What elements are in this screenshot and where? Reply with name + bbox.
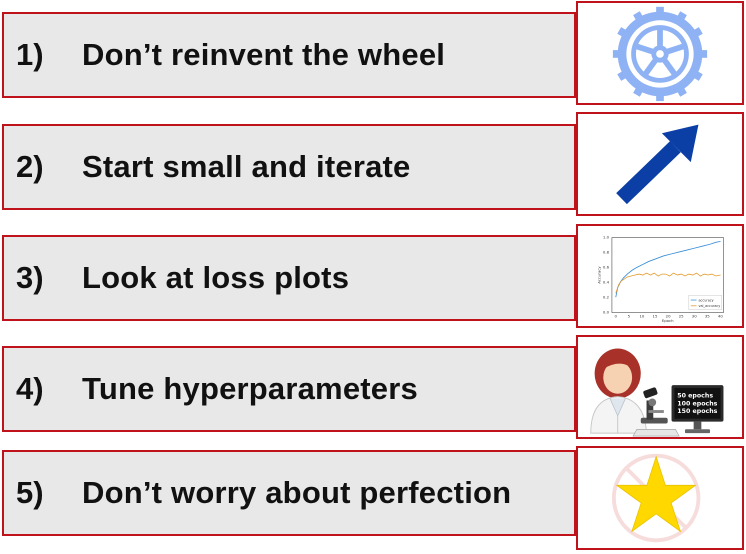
svg-text:0: 0 [615,313,618,318]
svg-text:0.8: 0.8 [603,250,610,255]
arrow-up-right-icon [576,112,744,216]
plot-xlabel: Epoch [662,318,674,323]
item-number: 2) [16,149,44,184]
svg-text:1.0: 1.0 [603,235,610,240]
wheel-icon [576,1,744,105]
list-item: 5) Don’t worry about perfection [2,450,576,536]
svg-text:40: 40 [718,313,723,318]
item-text: Look at loss plots [82,260,350,295]
svg-text:0.6: 0.6 [603,265,610,270]
list-item: 2) Start small and iterate [2,124,576,210]
list-item: 1) Don’t reinvent the wheel [2,12,576,98]
svg-text:accuracy: accuracy [698,298,713,302]
svg-text:15: 15 [653,313,658,318]
loss-plot-thumbnail: 0.0 0.2 0.4 0.6 0.8 1.0 0 5 10 15 20 25 … [576,224,744,328]
svg-text:10: 10 [639,313,644,318]
star-icon [576,446,744,550]
item-number: 3) [16,260,44,295]
svg-text:100 epochs: 100 epochs [677,400,717,407]
svg-text:150 epochs: 150 epochs [677,408,717,415]
item-number: 1) [16,37,44,72]
item-text: Start small and iterate [82,149,411,184]
item-number: 5) [16,475,44,510]
list-item: 3) Look at loss plots [2,235,576,321]
svg-text:25: 25 [679,313,684,318]
svg-text:5: 5 [628,313,631,318]
item-text: Don’t worry about perfection [82,475,512,510]
plot-ylabel: Accuracy [596,266,601,284]
scientist-microscope-icon: 50 epochs 100 epochs 150 epochs [576,335,744,439]
svg-text:0.0: 0.0 [603,310,610,315]
svg-text:val_accuracy: val_accuracy [698,304,720,308]
item-text: Don’t reinvent the wheel [82,37,446,72]
list-item: 4) Tune hyperparameters [2,346,576,432]
svg-text:0.2: 0.2 [603,295,610,300]
item-number: 4) [16,371,44,406]
svg-text:35: 35 [705,313,710,318]
svg-text:50 epochs: 50 epochs [677,393,713,400]
svg-text:30: 30 [692,313,697,318]
svg-text:0.4: 0.4 [603,280,610,285]
item-text: Tune hyperparameters [82,371,418,406]
